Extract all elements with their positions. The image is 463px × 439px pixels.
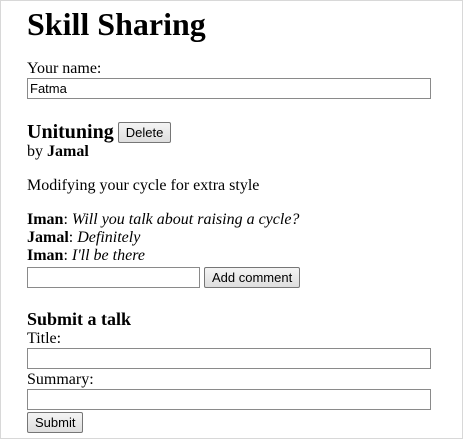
app-content: Skill Sharing Your name: Unituning Delet… [27,0,431,433]
title-input[interactable] [27,348,431,369]
comment-author: Jamal [27,229,69,246]
talk-title: Unituning [27,121,114,143]
talk-header: Unituning Delete [27,120,431,144]
comment-separator: : [63,211,72,228]
name-label: Your name: [27,60,102,77]
submit-button[interactable]: Submit [27,412,84,433]
comment-separator: : [68,229,78,246]
title-label: Title: [27,330,62,347]
comment-message: I'll be there [71,247,145,264]
comment-item: Iman: I'll be there [27,247,431,265]
talk-byline: by Jamal [27,143,431,161]
comment-separator: : [63,247,72,264]
comment-author: Iman [27,211,64,228]
talk-summary: Modifying your cycle for extra style [27,177,260,194]
comment-item: Iman: Will you talk about raising a cycl… [27,211,431,229]
talk-presenter: Jamal [47,143,89,160]
summary-input[interactable] [27,389,431,410]
summary-label: Summary: [27,371,94,388]
comment-message: Will you talk about raising a cycle? [71,211,300,228]
add-comment-button[interactable]: Add comment [204,266,301,288]
submit-heading: Submit a talk [27,309,132,329]
comment-list: Iman: Will you talk about raising a cycl… [27,211,431,265]
name-input[interactable] [27,78,431,99]
submit-talk-form: Submit a talk Title: Summary: Submit [27,308,431,433]
comment-author: Iman [27,247,64,264]
page-title: Skill Sharing [27,6,206,42]
byline-prefix: by [27,143,43,160]
talk-card: Unituning Delete by Jamal Modifying your… [27,120,431,288]
comment-form: Add comment [27,266,431,288]
comment-item: Jamal: Definitely [27,229,431,247]
comment-input[interactable] [27,266,200,288]
comment-message: Definitely [77,229,141,246]
delete-talk-button[interactable]: Delete [117,122,172,143]
